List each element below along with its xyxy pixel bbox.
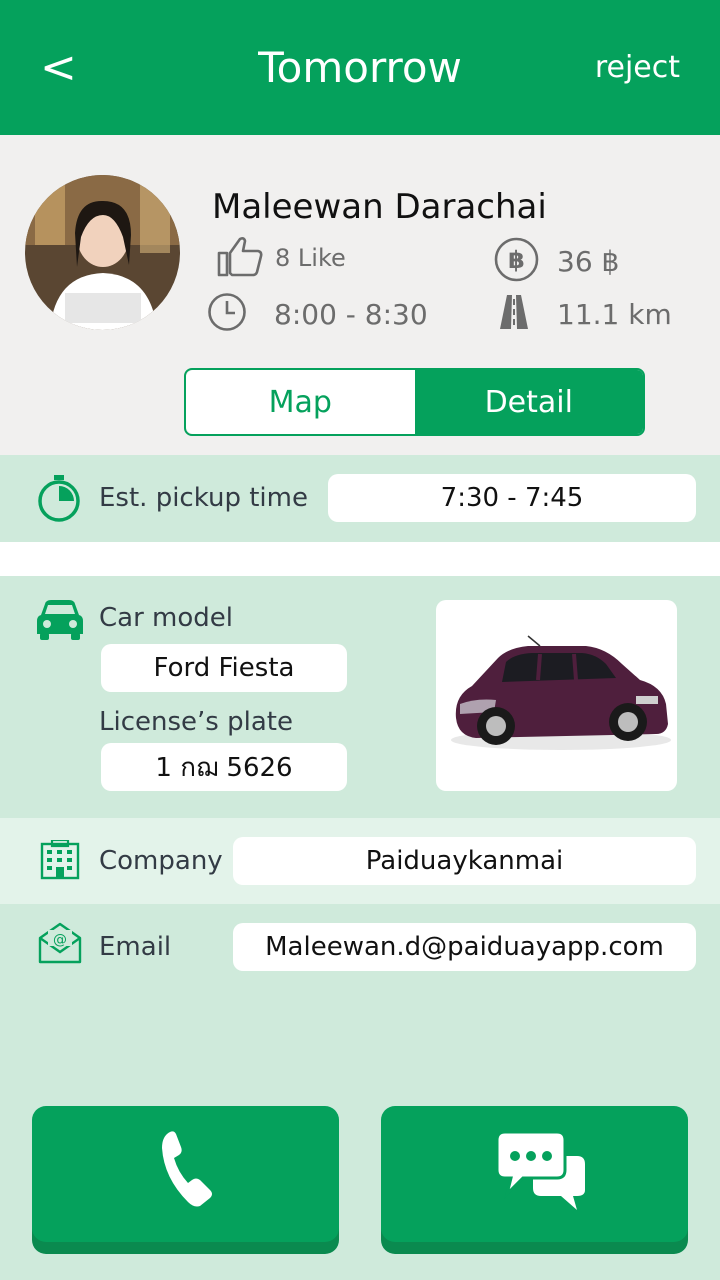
- profile-card: Maleewan Darachai 8 Like ฿ 36 ฿ 8:00 - 8…: [0, 135, 720, 455]
- car-icon: [37, 600, 83, 644]
- top-app-bar: < Tomorrow reject: [0, 0, 720, 135]
- likes-stat: 8 Like: [216, 235, 346, 281]
- road-icon: [500, 295, 528, 333]
- car-row: Car model Ford Fiesta License’s plate 1 …: [0, 576, 720, 818]
- svg-text:@: @: [53, 932, 67, 948]
- divider: [0, 542, 720, 576]
- svg-text:฿: ฿: [508, 246, 525, 274]
- company-value: Paiduaykanmai: [233, 837, 696, 885]
- tab-map[interactable]: Map: [186, 370, 415, 434]
- avatar: [25, 175, 180, 330]
- car-photo: [436, 600, 677, 791]
- price-stat: ฿ 36 ฿: [494, 237, 619, 286]
- chat-bubbles-icon: [495, 1130, 587, 1216]
- license-plate-value: 1 กฌ 5626: [101, 743, 347, 791]
- car-model-value: Ford Fiesta: [101, 644, 347, 692]
- license-plate-label: License’s plate: [99, 707, 293, 737]
- likes-count: 8 Like: [275, 244, 346, 272]
- view-toggle: Map Detail: [184, 368, 645, 436]
- thumbs-up-icon: [216, 235, 264, 281]
- reject-button[interactable]: reject: [595, 46, 680, 90]
- email-label: Email: [99, 932, 172, 962]
- company-label: Company: [99, 846, 223, 876]
- email-value: Maleewan.d@paiduayapp.com: [233, 923, 696, 971]
- chat-button[interactable]: [381, 1106, 688, 1242]
- distance-stat: 11.1 km: [500, 295, 672, 333]
- stopwatch-icon: [37, 475, 81, 527]
- phone-icon: [160, 1130, 214, 1212]
- baht-icon: ฿: [494, 237, 539, 286]
- driver-name: Maleewan Darachai: [212, 187, 547, 227]
- clock-icon: [207, 292, 247, 336]
- tab-detail[interactable]: Detail: [414, 370, 643, 434]
- price-value: 36 ฿: [557, 245, 620, 278]
- company-row: Company Paiduaykanmai: [0, 818, 720, 904]
- call-button[interactable]: [32, 1106, 339, 1242]
- car-model-label: Car model: [99, 603, 233, 633]
- distance-value: 11.1 km: [557, 297, 672, 331]
- building-icon: [40, 838, 80, 884]
- pickup-row: Est. pickup time 7:30 - 7:45: [0, 455, 720, 542]
- time-range: 8:00 - 8:30: [274, 297, 428, 331]
- email-icon: @: [38, 922, 82, 968]
- pickup-label: Est. pickup time: [99, 483, 308, 513]
- pickup-time-value: 7:30 - 7:45: [328, 474, 696, 522]
- time-stat: 8:00 - 8:30: [207, 292, 428, 336]
